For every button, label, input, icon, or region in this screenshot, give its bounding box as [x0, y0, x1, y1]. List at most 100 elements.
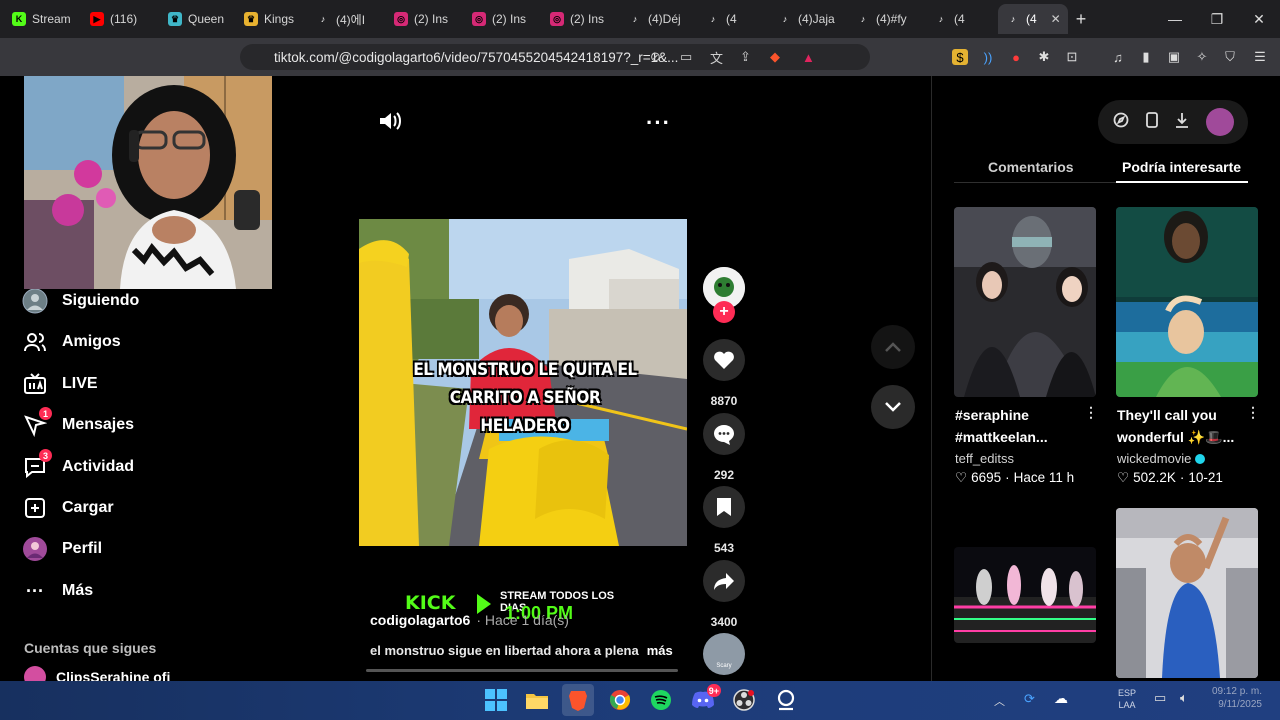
- card-title[interactable]: #seraphine #mattkeelan...: [955, 404, 1095, 448]
- chrome-icon[interactable]: [604, 684, 636, 716]
- windows-start-icon[interactable]: [480, 684, 512, 716]
- next-video-button[interactable]: [871, 385, 915, 429]
- tiktok-icon: ♪: [938, 14, 944, 24]
- author-avatar-button[interactable]: +: [703, 267, 745, 323]
- leo-ai-icon[interactable]: ✧: [1194, 49, 1210, 65]
- close-tab-icon[interactable]: ✕: [1051, 12, 1061, 26]
- like-action[interactable]: 8870: [703, 339, 745, 408]
- browser-tab[interactable]: ♪ (4)Déj: [620, 4, 698, 34]
- tiktok-icon: ♪: [860, 14, 866, 24]
- bookmark-icon[interactable]: [703, 486, 745, 528]
- card-stats: ♡ 6695 · Hace 11 h: [955, 470, 1075, 485]
- music-icon[interactable]: ♫: [1110, 49, 1126, 65]
- app-icon[interactable]: [770, 684, 802, 716]
- comment-icon[interactable]: [703, 413, 745, 455]
- browser-tab[interactable]: ♪ (4)Jaja: [770, 4, 848, 34]
- share-action[interactable]: 3400: [703, 560, 745, 629]
- card-title[interactable]: They'll call you wonderful ✨🎩...: [1117, 404, 1257, 448]
- sidebar-item-more[interactable]: ··· Más: [22, 578, 93, 604]
- translate-icon[interactable]: 文: [710, 48, 723, 67]
- user-avatar[interactable]: [1205, 108, 1234, 136]
- clock[interactable]: 09:12 p. m. 9/11/2025: [1200, 685, 1262, 711]
- sidebar-item-messages[interactable]: 1 Mensajes: [22, 407, 134, 438]
- share-icon[interactable]: ⇪: [740, 49, 751, 65]
- card-author[interactable]: wickedmovie: [1117, 451, 1191, 466]
- music-disc-button[interactable]: Scary: [703, 633, 745, 675]
- spotify-icon[interactable]: [645, 684, 677, 716]
- vpn-icon[interactable]: ⛉: [1222, 49, 1238, 65]
- sidebar-item-live[interactable]: LIVE: [22, 371, 98, 397]
- previous-video-button[interactable]: [871, 325, 915, 369]
- sidebar-item-friends[interactable]: Amigos: [22, 329, 121, 355]
- browser-tab[interactable]: ♛ Queen: [160, 4, 236, 34]
- close-window-button[interactable]: ✕: [1238, 0, 1280, 38]
- browser-tab[interactable]: ♪ (4: [926, 4, 998, 34]
- browser-tab[interactable]: ♪ (4)#fy: [848, 4, 926, 34]
- input-language[interactable]: ESP LAA: [1118, 687, 1136, 711]
- volume-tray-icon[interactable]: 🔈︎: [1180, 690, 1188, 706]
- browser-tab[interactable]: ◎ (2) Ins: [464, 4, 542, 34]
- menu-icon[interactable]: ☰: [1252, 49, 1268, 65]
- recommended-video-thumb[interactable]: [954, 207, 1096, 397]
- cast-icon[interactable]: ▭: [680, 49, 692, 65]
- obs-icon[interactable]: [728, 684, 760, 716]
- record-extension-icon[interactable]: ●: [1008, 49, 1024, 65]
- browser-tab[interactable]: ◎ (2) Ins: [542, 4, 620, 34]
- comment-action[interactable]: 292: [703, 413, 745, 482]
- url-field[interactable]: tiktok.com/@codigolagarto6/video/7570455…: [240, 44, 870, 70]
- recommended-video-thumb[interactable]: [1116, 508, 1258, 678]
- tab-recommended[interactable]: Podría interesarte: [1122, 159, 1241, 175]
- sidebar-item-profile[interactable]: Perfil: [22, 536, 102, 562]
- browser-tab[interactable]: ◎ (2) Ins: [386, 4, 464, 34]
- tray-chevron-icon[interactable]: ︿: [994, 693, 1005, 709]
- minimize-button[interactable]: —: [1154, 0, 1196, 38]
- new-tab-button[interactable]: +: [1068, 6, 1094, 32]
- more-link[interactable]: más: [647, 643, 673, 658]
- video-progress-bar[interactable]: [366, 669, 678, 672]
- share-arrow-icon[interactable]: [703, 560, 745, 602]
- restore-button[interactable]: ❐: [1196, 0, 1238, 38]
- brave-rewards-icon[interactable]: ▲: [802, 50, 815, 65]
- card-author[interactable]: teff_editss: [955, 451, 1014, 466]
- tab-comments[interactable]: Comentarios: [988, 159, 1074, 175]
- brave-shield-icon[interactable]: ◆: [770, 49, 780, 65]
- sidebar-item-upload[interactable]: Cargar: [22, 495, 114, 521]
- extension-icon[interactable]: $: [952, 49, 968, 65]
- card-more-icon[interactable]: ⋮: [1246, 404, 1260, 421]
- video-author[interactable]: codigolagarto6: [370, 612, 470, 628]
- browser-tab[interactable]: ♪ (4 ✕: [998, 4, 1068, 34]
- browser-tab[interactable]: ♪ (4: [698, 4, 770, 34]
- puzzle-icon[interactable]: ✱: [1036, 49, 1052, 65]
- wallet-icon[interactable]: ▣: [1166, 49, 1182, 65]
- no-tracking-icon[interactable]: ⊘: [650, 49, 661, 65]
- profile-avatar-icon: [22, 536, 48, 562]
- volume-icon[interactable]: [378, 110, 402, 137]
- audio-extension-icon[interactable]: )): [980, 49, 996, 65]
- sidebar-item-following[interactable]: Siguiendo: [22, 288, 139, 314]
- save-action[interactable]: 543: [703, 486, 745, 555]
- browser-tab[interactable]: ▶ (116): [82, 4, 160, 34]
- card-more-icon[interactable]: ⋮: [1084, 404, 1098, 421]
- phone-icon[interactable]: [1145, 111, 1158, 133]
- follow-plus-button[interactable]: +: [713, 301, 735, 323]
- compass-icon[interactable]: [1113, 112, 1129, 133]
- browser-tab[interactable]: ♛ Kings: [236, 4, 308, 34]
- clock-time: 09:12 p. m.: [1211, 686, 1262, 697]
- more-options-icon[interactable]: ···: [646, 110, 671, 136]
- sidebar-toggle-icon[interactable]: ▮: [1138, 49, 1154, 65]
- network-icon[interactable]: ▭: [1154, 690, 1166, 706]
- recommended-video-thumb[interactable]: [954, 547, 1096, 643]
- browser-tab[interactable]: K Stream: [4, 4, 82, 34]
- discord-icon[interactable]: 9+: [687, 684, 721, 716]
- browser-tab[interactable]: ♪ (4)에I: [308, 4, 386, 34]
- download-icon[interactable]: [1175, 112, 1189, 133]
- screenshot-icon[interactable]: ⊡: [1064, 49, 1080, 65]
- heart-icon[interactable]: [703, 339, 745, 381]
- sidebar-item-activity[interactable]: 3 Actividad: [22, 449, 134, 480]
- brave-browser-icon[interactable]: [562, 684, 594, 716]
- tray-cloud-icon[interactable]: ☁: [1054, 690, 1068, 707]
- recommended-video-thumb[interactable]: [1116, 207, 1258, 397]
- file-explorer-icon[interactable]: [521, 684, 553, 716]
- followed-account-item[interactable]: ClipsSerahine ofi: [24, 666, 170, 681]
- tray-sync-icon[interactable]: ⟳: [1024, 691, 1035, 707]
